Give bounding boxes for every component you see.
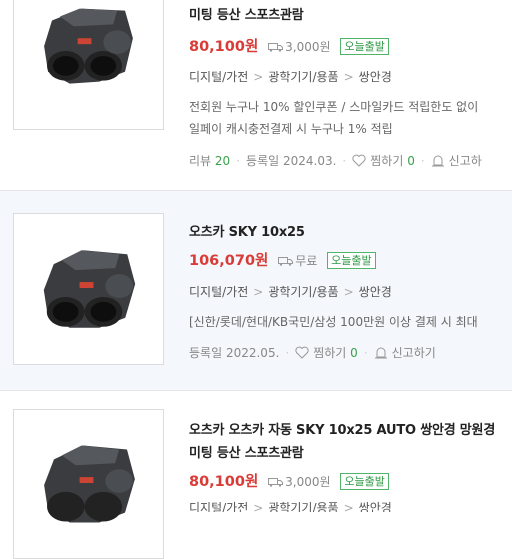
- separator: ·: [342, 154, 347, 168]
- chevron-right-icon: >: [343, 285, 354, 299]
- chevron-right-icon: >: [253, 70, 264, 84]
- truck-icon: [268, 478, 284, 487]
- report-label: 신고하: [448, 154, 482, 168]
- reg-date: 2022.05.: [225, 346, 280, 360]
- category-3[interactable]: 쌍안경: [359, 285, 392, 299]
- binoculars-image: [14, 0, 163, 129]
- report-button[interactable]: 신고하기: [374, 346, 436, 360]
- category-3[interactable]: 쌍안경: [359, 501, 392, 512]
- shipping-fee: 3,000원: [268, 475, 331, 489]
- product-info: 오츠카 SKY 10x25 106,070원 무료 오늘출발 디지털/가전 > 광학…: [189, 191, 512, 390]
- category-path: 디지털/가전 > 광학기기/용품 > 쌍안경: [189, 283, 392, 300]
- category-3[interactable]: 쌍안경: [359, 70, 392, 84]
- separator: ·: [236, 154, 241, 168]
- category-1[interactable]: 디지털/가전: [189, 70, 248, 84]
- chevron-right-icon: >: [343, 501, 354, 512]
- wish-count: 0: [350, 346, 358, 360]
- separator: ·: [420, 154, 425, 168]
- wish-count: 0: [407, 154, 415, 168]
- report-button[interactable]: 신고하: [431, 154, 482, 168]
- price-row: 106,070원 무료 오늘출발: [189, 249, 376, 270]
- heart-icon: [352, 154, 366, 167]
- product-thumbnail[interactable]: [13, 0, 164, 130]
- siren-icon: [431, 155, 444, 167]
- product-item: 오츠카 오츠카 자동 SKY 10x25 AUTO 쌍안경 망원경 미팅 등산 …: [0, 391, 512, 559]
- category-path: 디지털/가전 > 광학기기/용품 > 쌍안경: [189, 68, 392, 85]
- category-2[interactable]: 광학기기/용품: [268, 285, 338, 299]
- product-title-line2[interactable]: 미팅 등산 스포츠관람: [189, 442, 304, 461]
- product-description-2: 일페이 캐시충전결제 시 누구나 1% 적립: [189, 122, 393, 136]
- chevron-right-icon: >: [253, 285, 264, 299]
- binoculars-image: [14, 410, 163, 558]
- today-shipping-badge: 오늘출발: [327, 252, 376, 269]
- binoculars-image: [14, 214, 163, 364]
- shipping-label: 3,000원: [285, 475, 331, 489]
- siren-icon: [374, 347, 387, 359]
- wish-button[interactable]: 찜하기 0: [352, 154, 415, 168]
- review-link[interactable]: 리뷰 20: [189, 154, 230, 168]
- wish-label: 찜하기: [313, 346, 347, 360]
- price-row: 80,100원 3,000원 오늘출발: [189, 35, 389, 56]
- shipping-fee: 3,000원: [268, 40, 331, 54]
- shipping-label: 무료: [295, 254, 318, 268]
- category-2[interactable]: 광학기기/용품: [268, 70, 338, 84]
- today-shipping-badge: 오늘출발: [340, 473, 389, 490]
- heart-icon: [295, 346, 309, 359]
- shipping-label: 3,000원: [285, 40, 331, 54]
- truck-icon: [268, 43, 284, 52]
- meta-row: 리뷰 20 · 등록일 2024.03. · 찜하기 0 · 신고하: [189, 152, 482, 169]
- separator: ·: [363, 346, 368, 360]
- reg-label: 등록일: [246, 154, 280, 168]
- price-row: 80,100원 3,000원 오늘출발: [189, 470, 389, 491]
- category-path: 디지털/가전 > 광학기기/용품 > 쌍안경: [189, 499, 392, 512]
- product-title[interactable]: 오츠카 오츠카 자동 SKY 10x25 AUTO 쌍안경 망원경: [189, 419, 495, 438]
- price-unit: 원: [244, 474, 259, 490]
- separator: ·: [285, 346, 290, 360]
- product-info: 미팅 등산 스포츠관람 80,100원 3,000원 오늘출발 디지털/가전 > 광…: [189, 0, 512, 190]
- price-unit: 원: [255, 253, 269, 269]
- chevron-right-icon: >: [253, 501, 264, 512]
- review-label: 리뷰: [189, 154, 212, 168]
- wish-button[interactable]: 찜하기 0: [295, 346, 358, 360]
- chevron-right-icon: >: [343, 70, 354, 84]
- product-title[interactable]: 미팅 등산 스포츠관람: [189, 4, 304, 23]
- product-item: 오츠카 SKY 10x25 106,070원 무료 오늘출발 디지털/가전 > 광학…: [0, 191, 512, 390]
- category-2[interactable]: 광학기기/용품: [268, 501, 338, 512]
- category-1[interactable]: 디지털/가전: [189, 285, 248, 299]
- product-description: 전회원 누구나 10% 할인쿠폰 / 스마일카드 적립한도 없이: [189, 100, 479, 114]
- price: 80,100: [189, 39, 245, 55]
- reg-date: 2024.03.: [282, 154, 337, 168]
- product-description: [신한/롯데/현대/KB국민/삼성 100만원 이상 결제 시 최대: [189, 315, 478, 329]
- reg-label: 등록일: [189, 346, 223, 360]
- product-thumbnail[interactable]: [13, 213, 164, 365]
- product-thumbnail[interactable]: [13, 409, 164, 559]
- report-label: 신고하기: [391, 346, 436, 360]
- meta-row: 등록일 2022.05. · 찜하기 0 · 신고하기: [189, 344, 436, 361]
- price: 106,070: [189, 253, 256, 269]
- product-item: 미팅 등산 스포츠관람 80,100원 3,000원 오늘출발 디지털/가전 > 광…: [0, 0, 512, 190]
- truck-icon: [278, 257, 294, 266]
- price: 80,100: [189, 474, 245, 490]
- shipping-fee: 무료: [278, 254, 317, 268]
- category-1[interactable]: 디지털/가전: [189, 501, 248, 512]
- product-title[interactable]: 오츠카 SKY 10x25: [189, 221, 305, 240]
- price-unit: 원: [244, 39, 259, 55]
- review-count: 20: [214, 154, 231, 168]
- today-shipping-badge: 오늘출발: [340, 38, 389, 55]
- wish-label: 찜하기: [370, 154, 404, 168]
- product-info: 오츠카 오츠카 자동 SKY 10x25 AUTO 쌍안경 망원경 미팅 등산 …: [189, 391, 512, 512]
